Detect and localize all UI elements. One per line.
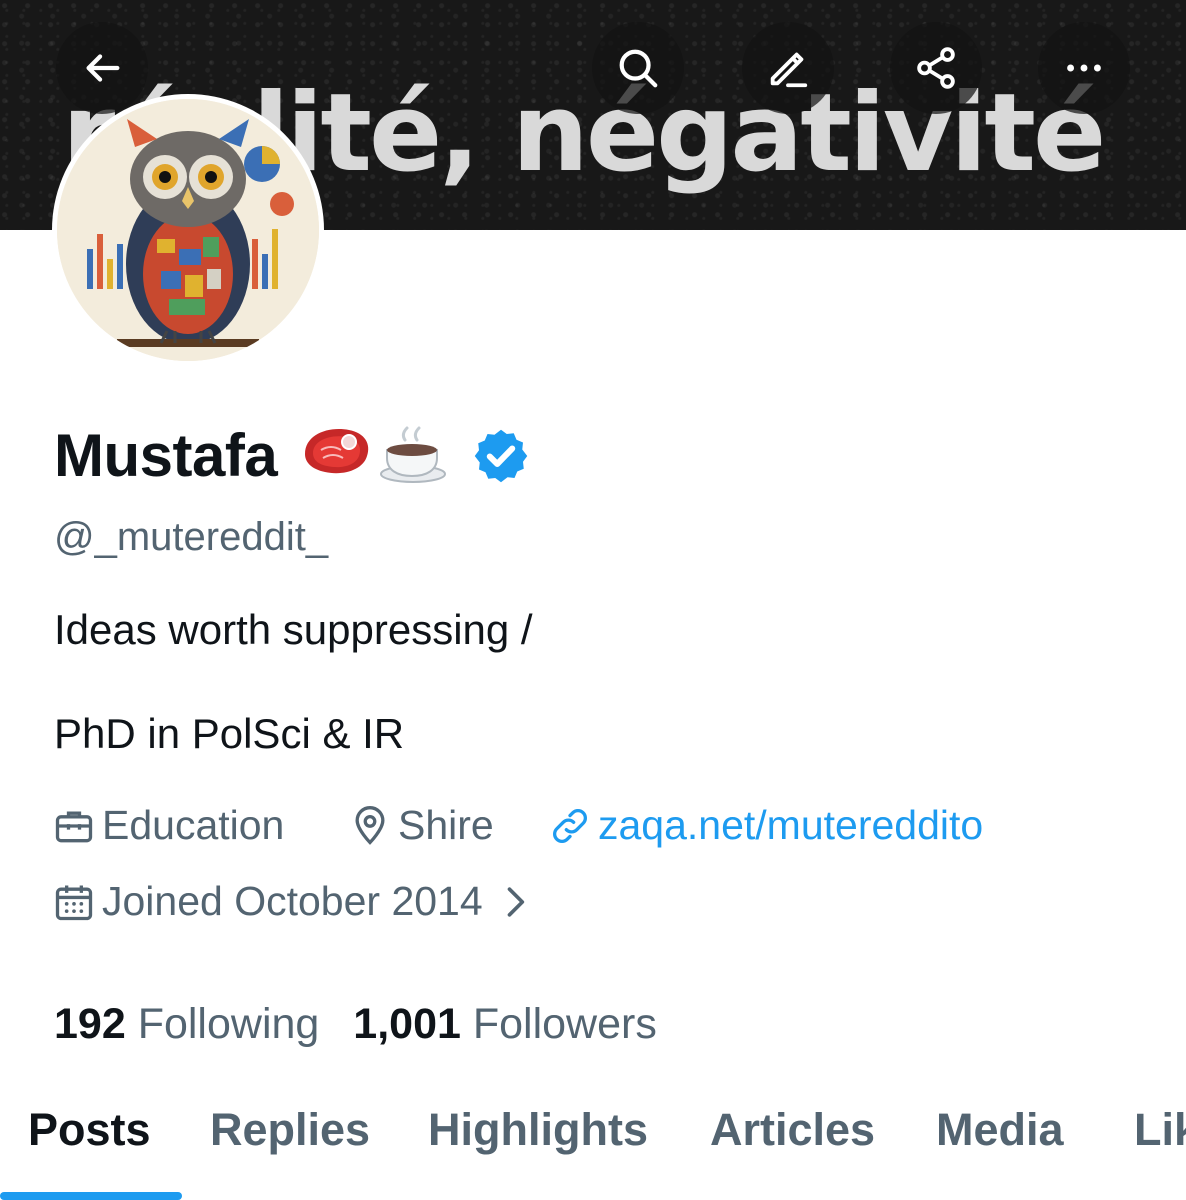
owl-avatar-illustration — [57, 99, 319, 361]
tab-highlights[interactable]: Highlights — [428, 1104, 648, 1156]
following-count: 192 — [54, 1000, 126, 1048]
profile-location: Shire — [348, 802, 494, 849]
avatar-image — [57, 99, 319, 361]
joined-label: Joined October 2014 — [102, 878, 483, 924]
search-button[interactable] — [592, 22, 684, 114]
followers-count: 1,001 — [353, 1000, 461, 1048]
search-icon — [619, 49, 658, 88]
following-label: Following — [137, 1000, 320, 1048]
location-label: Shire — [398, 802, 494, 848]
follow-counts: 192 Following 1,001 Followers — [54, 1000, 657, 1049]
profile-joined-date[interactable]: Joined October 2014 — [52, 878, 543, 925]
profile-category: Education — [52, 802, 284, 849]
following-link[interactable]: 192 Following — [54, 1000, 319, 1048]
profile-page: réalité, négativité Mustafa @_mutereddit… — [0, 0, 1186, 1200]
tab-articles[interactable]: Articles — [710, 1104, 875, 1156]
steak-coffee-emoji-icons — [305, 426, 447, 483]
calendar-icon — [55, 885, 93, 920]
link-icon — [553, 808, 587, 843]
display-name: Mustafa — [54, 422, 278, 489]
name-emojis — [299, 420, 449, 491]
more-icon — [1067, 64, 1101, 72]
back-button[interactable] — [56, 22, 148, 114]
edit-pencil-icon — [770, 52, 808, 88]
active-tab-indicator — [0, 1192, 182, 1200]
website-label[interactable]: zaqa.net/mutereddito — [598, 802, 983, 849]
edit-button[interactable] — [742, 22, 834, 114]
tab-replies[interactable]: Replies — [210, 1104, 370, 1156]
back-arrow-icon — [86, 54, 120, 82]
share-button[interactable] — [890, 22, 982, 114]
share-icon — [917, 47, 955, 89]
tab-posts[interactable]: Posts — [28, 1104, 151, 1156]
chevron-right-icon[interactable] — [493, 880, 537, 924]
user-handle: @_mutereddit_ — [54, 515, 329, 559]
avatar[interactable] — [52, 94, 324, 366]
profile-name-row: Mustafa — [54, 420, 531, 491]
briefcase-icon — [55, 811, 93, 842]
followers-link[interactable]: 1,001 Followers — [353, 1000, 657, 1048]
profile-website-link[interactable]: zaqa.net/mutereddito — [548, 802, 983, 849]
bio-line-2: PhD in PolSci & IR — [54, 710, 405, 757]
followers-label: Followers — [472, 1000, 657, 1048]
tab-media[interactable]: Media — [936, 1104, 1064, 1156]
bio-line-1: Ideas worth suppressing / — [54, 606, 533, 653]
category-label: Education — [102, 802, 285, 848]
verified-badge-icon[interactable] — [471, 426, 531, 486]
profile-tabs: Posts Replies Highlights Articles Media … — [0, 1100, 1186, 1200]
tab-likes[interactable]: Likes — [1134, 1104, 1186, 1156]
location-pin-icon — [355, 805, 385, 845]
more-button[interactable] — [1038, 22, 1130, 114]
